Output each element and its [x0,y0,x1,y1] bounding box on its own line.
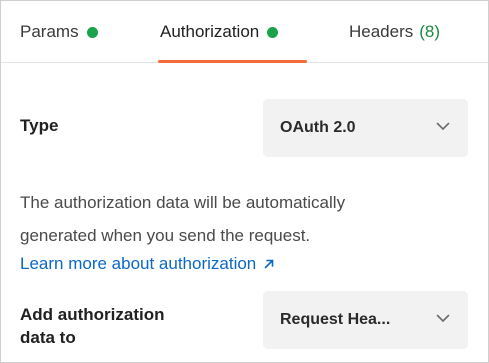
active-tab-underline [158,60,307,63]
tab-authorization-label: Authorization [160,22,260,41]
tab-params-status-dot [86,27,98,38]
tab-headers-label: Headers [349,22,414,41]
tab-headers-count: (8) [419,22,441,41]
request-tabs: Params Authorization Headers (8) [1,1,488,63]
external-link-icon [264,259,274,269]
tab-headers[interactable]: Headers (8) [349,1,440,63]
authorization-panel: Params Authorization Headers (8) Type OA… [0,0,489,363]
learn-more-link-text: Learn more about authorization [20,254,257,273]
tab-authorization[interactable]: Authorization [160,1,279,63]
description-line-2: generated when you send the request. [20,226,311,245]
chevron-down-icon [436,314,450,322]
tab-params-label: Params [20,22,79,41]
add-to-select[interactable]: Request Hea... [263,291,468,349]
add-to-value: Request Hea... [280,311,391,328]
tab-authorization-status-dot [267,27,279,38]
auth-type-value: OAuth 2.0 [280,119,356,136]
auth-type-select[interactable]: OAuth 2.0 [263,99,468,157]
tab-params[interactable]: Params [20,1,98,63]
learn-more-link[interactable]: Learn more about authorization [20,254,274,274]
add-authorization-label: Add authorization data to [20,303,220,349]
type-label: Type [20,116,59,135]
add-authorization-label-line-1: Add authorization [20,305,165,324]
chevron-down-icon [436,122,450,130]
description-line-1: The authorization data will be automatic… [20,193,346,212]
add-authorization-label-line-2: data to [20,328,76,347]
authorization-description: The authorization data will be automatic… [20,186,460,252]
